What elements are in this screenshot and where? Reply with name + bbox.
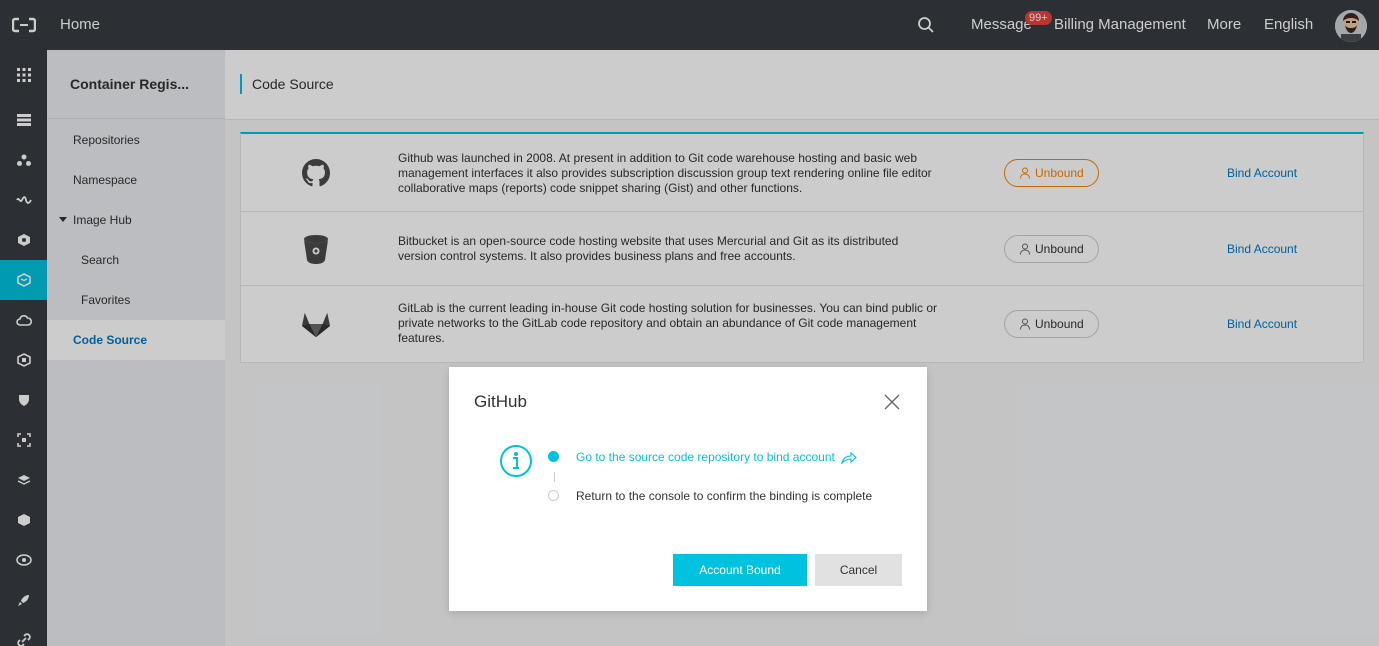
cancel-button[interactable]: Cancel <box>815 554 902 586</box>
share-arrow-icon <box>841 452 857 466</box>
github-bind-dialog: GitHub Go to the source code repository … <box>449 367 927 611</box>
step-label: Go to the source code repository to bind… <box>576 450 835 464</box>
account-bound-button[interactable]: Account Bound <box>673 554 807 586</box>
close-icon[interactable] <box>883 393 901 411</box>
dialog-title: GitHub <box>474 392 527 411</box>
info-icon <box>499 444 533 478</box>
step-go-to-repository-link[interactable]: Go to the source code repository to bind… <box>576 450 857 466</box>
step-indicator-active <box>548 451 559 462</box>
step-confirm-binding: Return to the console to confirm the bin… <box>576 489 873 503</box>
step-indicator-pending <box>548 490 559 501</box>
step-connector <box>554 472 555 482</box>
